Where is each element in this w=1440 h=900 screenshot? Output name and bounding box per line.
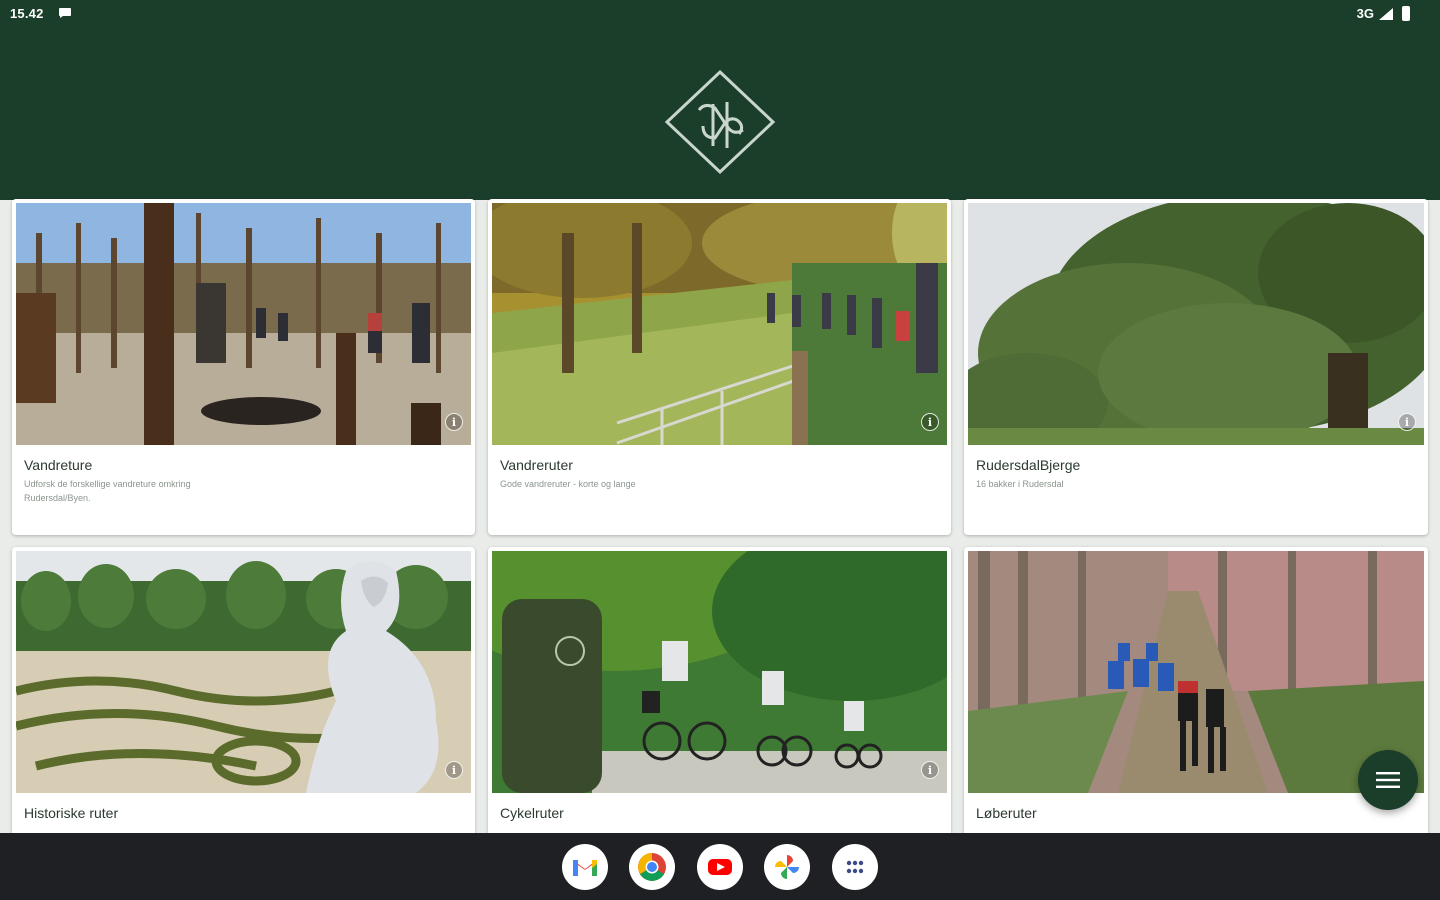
chrome-icon: [638, 853, 666, 881]
chrome-app[interactable]: [629, 844, 675, 890]
photos-app[interactable]: [764, 844, 810, 890]
chat-notification-icon: [59, 8, 71, 18]
info-icon[interactable]: i: [445, 761, 463, 779]
card-description: Udforsk de forskellige vandreture omkrin…: [24, 479, 191, 503]
card-photo-oak-tree: [968, 203, 1424, 445]
card-title: Historiske ruter: [24, 805, 119, 821]
card-photo-playground: [16, 203, 471, 445]
card-title: RudersdalBjerge: [976, 457, 1081, 473]
app-header: [0, 0, 1440, 200]
category-card-historiske-ruter[interactable]: i Historiske ruter: [12, 547, 475, 847]
card-photo-baroque-garden: [16, 551, 471, 793]
photos-icon: [775, 855, 799, 879]
gmail-icon: [573, 860, 597, 876]
youtube-app[interactable]: [697, 844, 743, 890]
info-icon[interactable]: i: [921, 413, 939, 431]
youtube-icon: [708, 859, 732, 875]
card-title: Cykelruter: [500, 805, 564, 821]
status-bar: 15.42 3G: [0, 0, 1440, 28]
network-type: 3G: [1356, 6, 1374, 21]
card-photo-cyclists: [492, 551, 947, 793]
app-drawer[interactable]: [832, 844, 878, 890]
card-photo-runners: [968, 551, 1424, 793]
battery-icon: [1402, 6, 1410, 21]
info-icon[interactable]: i: [1398, 413, 1416, 431]
menu-fab-button[interactable]: [1358, 750, 1418, 810]
card-title: Vandreruter: [500, 457, 573, 473]
card-description: 16 bakker i Rudersdal: [976, 479, 1064, 489]
rudersdal-diamond-logo-icon: [664, 69, 776, 175]
card-title: Vandreture: [24, 457, 93, 473]
gmail-app[interactable]: [562, 844, 608, 890]
card-photo-forest-path: [492, 203, 947, 445]
signal-icon: [1379, 8, 1393, 20]
card-title: Løberuter: [976, 805, 1037, 821]
category-card-vandreture[interactable]: i Vandreture Udforsk de forskellige vand…: [12, 199, 475, 535]
category-card-cykelruter[interactable]: i Cykelruter: [488, 547, 951, 847]
category-card-vandreruter[interactable]: i Vandreruter Gode vandreruter - korte o…: [488, 199, 951, 535]
menu-icon: [1376, 772, 1400, 788]
taskbar-dock: [0, 833, 1440, 900]
category-card-rudersdalbjerge[interactable]: i RudersdalBjerge 16 bakker i Rudersdal: [964, 199, 1428, 535]
app-drawer-icon: [846, 860, 864, 874]
info-icon[interactable]: i: [921, 761, 939, 779]
status-time: 15.42: [10, 6, 44, 21]
info-icon[interactable]: i: [445, 413, 463, 431]
category-card-loeberuter[interactable]: Løberuter: [964, 547, 1428, 847]
card-description: Gode vandreruter - korte og lange: [500, 479, 636, 489]
